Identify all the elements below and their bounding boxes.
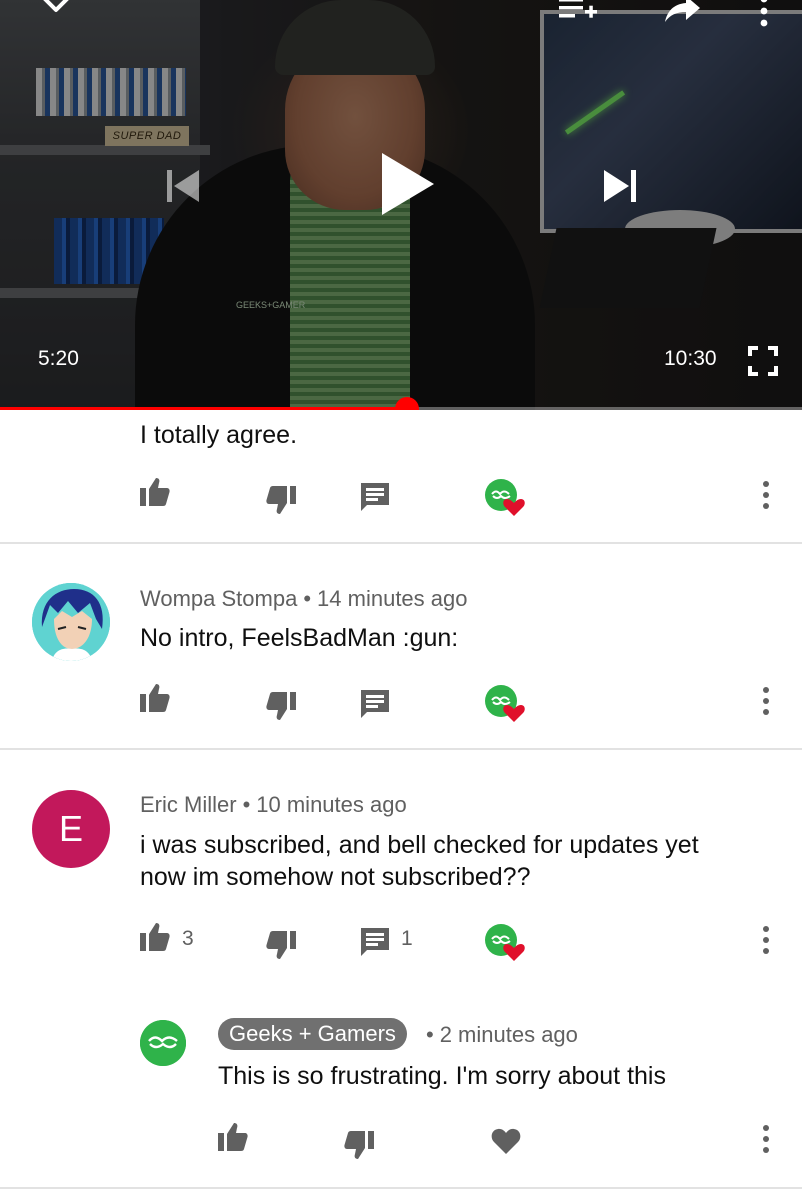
current-time: 5:20 (38, 347, 79, 370)
divider (0, 542, 802, 544)
like-count: 3 (182, 927, 194, 950)
add-to-queue-icon[interactable] (557, 0, 599, 26)
comment-options-icon[interactable] (761, 925, 771, 955)
comment-options-icon[interactable] (761, 686, 771, 716)
divider (0, 1187, 802, 1189)
dislike-icon[interactable] (265, 484, 297, 516)
reply-meta: • 2 minutes ago (420, 1022, 578, 1048)
share-icon[interactable] (662, 0, 702, 24)
creator-heart-icon (485, 685, 525, 722)
reply-icon[interactable] (359, 481, 391, 513)
reply-time: 2 minutes ago (439, 1022, 578, 1047)
avatar[interactable] (32, 583, 110, 661)
reply-text: This is so frustrating. I'm sorry about … (218, 1062, 666, 1090)
channel-avatar[interactable] (140, 1020, 186, 1066)
play-icon[interactable] (380, 151, 436, 217)
video-player[interactable]: SUPER DAD GEEKS+GAMER 5:20 10:30 (0, 0, 802, 410)
like-icon[interactable] (217, 1121, 249, 1153)
divider (0, 748, 802, 750)
creator-badge[interactable]: Geeks + Gamers (218, 1018, 407, 1050)
anime-avatar-image (32, 583, 110, 661)
creator-heart-icon (485, 924, 525, 961)
comment-time: 10 minutes ago (256, 792, 407, 817)
dislike-icon[interactable] (343, 1129, 375, 1161)
heart-icon[interactable] (490, 1124, 522, 1156)
progress-fill (0, 407, 407, 410)
avatar[interactable]: E (32, 790, 110, 868)
comment-text: No intro, FeelsBadMan :gun: (140, 624, 459, 652)
more-options-icon[interactable] (756, 0, 772, 28)
comment-author[interactable]: Wompa Stompa (140, 586, 297, 611)
comment-meta: Wompa Stompa • 14 minutes ago (140, 586, 467, 612)
comment-author[interactable]: Eric Miller (140, 792, 237, 817)
channel-logo-icon (140, 1020, 186, 1066)
like-icon[interactable] (139, 682, 171, 714)
dislike-icon[interactable] (265, 929, 297, 961)
separator-dot: • (426, 1022, 434, 1047)
comment-text: I totally agree. (140, 421, 298, 449)
comment-meta: Eric Miller • 10 minutes ago (140, 792, 407, 818)
dislike-icon[interactable] (265, 690, 297, 722)
next-icon[interactable] (600, 166, 640, 206)
like-icon[interactable] (139, 476, 171, 508)
fullscreen-icon[interactable] (748, 346, 778, 376)
previous-icon[interactable] (163, 166, 203, 206)
comment-text-line2: now im somehow not subscribed?? (140, 863, 531, 891)
reply-icon[interactable] (359, 926, 391, 958)
reply-icon[interactable] (359, 688, 391, 720)
separator-dot: • (242, 792, 251, 817)
comment-options-icon[interactable] (761, 1124, 771, 1154)
comment-text-line1: i was subscribed, and bell checked for u… (140, 831, 699, 859)
separator-dot: • (303, 586, 312, 611)
collapse-chevron-icon[interactable] (38, 0, 74, 16)
progress-bar[interactable] (0, 397, 802, 410)
creator-heart-icon (485, 479, 525, 516)
comment-options-icon[interactable] (761, 480, 771, 510)
comment-time: 14 minutes ago (317, 586, 468, 611)
reply-count: 1 (401, 927, 413, 950)
like-icon[interactable] (139, 921, 171, 953)
duration: 10:30 (664, 347, 717, 370)
